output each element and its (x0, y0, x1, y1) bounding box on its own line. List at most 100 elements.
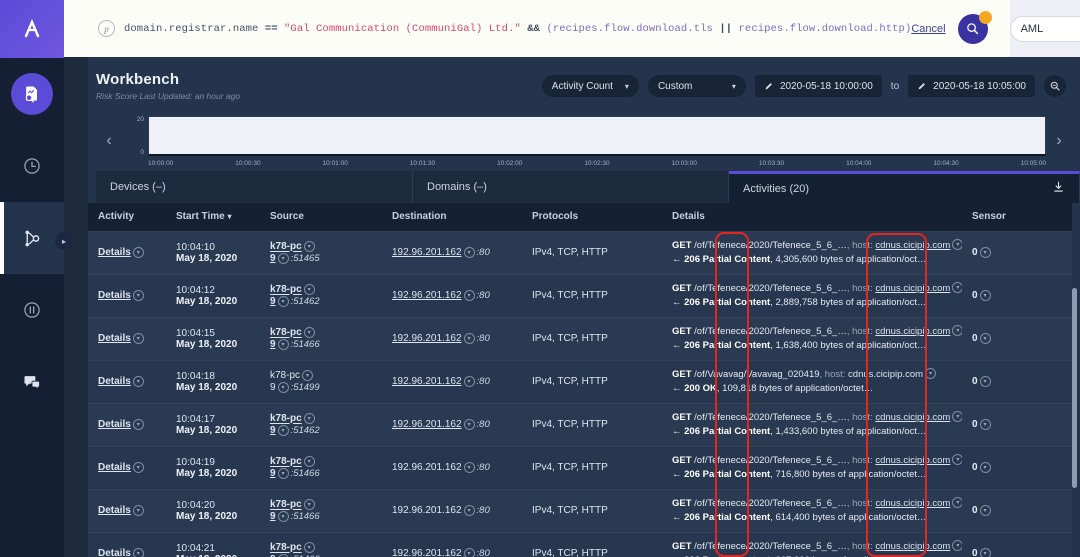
source-menu-icon[interactable]: ▾ (304, 241, 315, 252)
details-host-menu-icon[interactable]: ▾ (925, 368, 936, 379)
sidebar-item-investigate[interactable] (0, 58, 64, 130)
source-port-menu-icon[interactable]: ▾ (278, 468, 289, 479)
tab-activities[interactable]: Activities (20) (729, 171, 1080, 203)
destination-menu-icon[interactable]: ▾ (464, 548, 475, 557)
source-port-menu-icon[interactable]: ▾ (278, 425, 289, 436)
details-host-menu-icon[interactable]: ▾ (952, 540, 962, 551)
column-destination[interactable]: Destination (382, 203, 522, 231)
download-icon[interactable] (1052, 180, 1065, 197)
source-menu-icon[interactable]: ▾ (302, 370, 313, 381)
sensor-menu-icon[interactable]: ▾ (980, 462, 991, 473)
from-datetime-field[interactable]: 2020-05-18 10:00:00 (755, 75, 882, 97)
activity-menu-icon[interactable]: ▾ (133, 333, 144, 344)
details-link[interactable]: Details (98, 462, 131, 473)
destination-ip[interactable]: 192.96.201.162 (392, 419, 462, 430)
destination-menu-icon[interactable]: ▾ (464, 505, 475, 516)
source-host[interactable]: k78-pc (270, 285, 302, 296)
destination-menu-icon[interactable]: ▾ (464, 376, 475, 387)
source-host[interactable]: k78-pc (270, 371, 300, 382)
source-host-suffix[interactable]: 9 (270, 511, 276, 522)
details-host-link[interactable]: cdnus.cicipip.com (875, 412, 950, 423)
source-menu-icon[interactable]: ▾ (304, 456, 315, 467)
details-host-menu-icon[interactable]: ▾ (952, 497, 962, 508)
zoom-out-button[interactable] (1044, 75, 1066, 97)
destination-ip[interactable]: 192.96.201.162 (392, 333, 462, 344)
activity-menu-icon[interactable]: ▾ (133, 419, 144, 430)
destination-menu-icon[interactable]: ▾ (464, 333, 475, 344)
table-row[interactable]: Details▾10:04:12May 18, 2020k78-pc▾9▾:51… (88, 274, 1072, 317)
source-host[interactable]: k78-pc (270, 543, 302, 554)
details-link[interactable]: Details (98, 333, 131, 344)
source-port-menu-icon[interactable]: ▾ (278, 511, 289, 522)
metric-select[interactable]: Activity Count ▾ (542, 75, 639, 97)
details-link[interactable]: Details (98, 548, 131, 557)
details-host-menu-icon[interactable]: ▾ (952, 411, 962, 422)
source-host[interactable]: k78-pc (270, 457, 302, 468)
range-select[interactable]: Custom ▾ (648, 75, 746, 97)
details-host-link[interactable]: cdnus.cicipip.com (848, 369, 923, 380)
details-host-menu-icon[interactable]: ▾ (952, 282, 962, 293)
column-start-time[interactable]: Start Time ▾ (166, 203, 260, 231)
details-link[interactable]: Details (98, 247, 131, 258)
details-link[interactable]: Details (98, 419, 131, 430)
tab-devices[interactable]: Devices (–) (96, 171, 413, 203)
tab-domains[interactable]: Domains (–) (413, 171, 729, 203)
app-logo[interactable] (0, 0, 64, 58)
source-menu-icon[interactable]: ▾ (304, 499, 315, 510)
source-host[interactable]: k78-pc (270, 414, 302, 425)
destination-ip[interactable]: 192.96.201.162 (392, 505, 462, 516)
activity-menu-icon[interactable]: ▾ (133, 290, 144, 301)
table-row[interactable]: Details▾10:04:15May 18, 2020k78-pc▾9▾:51… (88, 317, 1072, 360)
sidebar-item-chat[interactable] (0, 346, 64, 418)
details-host-link[interactable]: cdnus.cicipip.com (875, 541, 950, 552)
destination-ip[interactable]: 192.96.201.162 (392, 290, 462, 301)
source-port-menu-icon[interactable]: ▾ (278, 296, 289, 307)
table-row[interactable]: Details▾10:04:21May 18, 2020k78-pc▾9▾:51… (88, 532, 1072, 557)
source-menu-icon[interactable]: ▾ (304, 413, 315, 424)
sensor-menu-icon[interactable]: ▾ (980, 505, 991, 516)
source-port-menu-icon[interactable]: ▾ (278, 554, 289, 557)
timeline-selection-area[interactable] (148, 116, 1046, 156)
to-datetime-field[interactable]: 2020-05-18 10:05:00 (908, 75, 1035, 97)
column-activity[interactable]: Activity (88, 203, 166, 231)
source-menu-icon[interactable]: ▾ (304, 542, 315, 553)
source-menu-icon[interactable]: ▾ (304, 327, 315, 338)
destination-menu-icon[interactable]: ▾ (464, 290, 475, 301)
destination-menu-icon[interactable]: ▾ (464, 419, 475, 430)
destination-ip[interactable]: 192.96.201.162 (392, 548, 462, 557)
activity-menu-icon[interactable]: ▾ (133, 462, 144, 473)
column-details[interactable]: Details (662, 203, 962, 231)
sensor-menu-icon[interactable]: ▾ (980, 247, 991, 258)
column-protocols[interactable]: Protocols (522, 203, 662, 231)
source-host[interactable]: k78-pc (270, 242, 302, 253)
details-host-link[interactable]: cdnus.cicipip.com (875, 498, 950, 509)
source-host-suffix[interactable]: 9 (270, 468, 276, 479)
destination-ip[interactable]: 192.96.201.162 (392, 247, 462, 258)
activity-menu-icon[interactable]: ▾ (133, 505, 144, 516)
run-search-button[interactable] (958, 14, 988, 44)
source-host-suffix[interactable]: 9 (270, 296, 276, 307)
sidebar-item-metrics[interactable] (0, 274, 64, 346)
source-port-menu-icon[interactable]: ▾ (278, 253, 289, 264)
table-scrollbar[interactable] (1072, 288, 1077, 488)
details-link[interactable]: Details (98, 290, 131, 301)
source-host-suffix[interactable]: 9 (270, 382, 276, 393)
source-menu-icon[interactable]: ▾ (304, 284, 315, 295)
sensor-menu-icon[interactable]: ▾ (980, 548, 991, 557)
cancel-button[interactable]: Cancel (911, 23, 945, 35)
activity-menu-icon[interactable]: ▾ (133, 376, 144, 387)
details-host-link[interactable]: cdnus.cicipip.com (875, 455, 950, 466)
sensor-menu-icon[interactable]: ▾ (980, 419, 991, 430)
column-sensor[interactable]: Sensor (962, 203, 1072, 231)
details-host-menu-icon[interactable]: ▾ (952, 454, 962, 465)
table-row[interactable]: Details▾10:04:18May 18, 2020k78-pc▾9▾:51… (88, 360, 1072, 403)
source-port-menu-icon[interactable]: ▾ (278, 339, 289, 350)
source-host[interactable]: k78-pc (270, 500, 302, 511)
sensor-menu-icon[interactable]: ▾ (980, 333, 991, 344)
query-input[interactable]: domain.registrar.name == "Gal Communicat… (124, 23, 911, 35)
destination-ip[interactable]: 192.96.201.162 (392, 376, 462, 387)
table-row[interactable]: Details▾10:04:10May 18, 2020k78-pc▾9▾:51… (88, 231, 1072, 274)
profile-select[interactable]: AML ▾ (1010, 16, 1080, 42)
details-link[interactable]: Details (98, 376, 131, 387)
destination-ip[interactable]: 192.96.201.162 (392, 462, 462, 473)
